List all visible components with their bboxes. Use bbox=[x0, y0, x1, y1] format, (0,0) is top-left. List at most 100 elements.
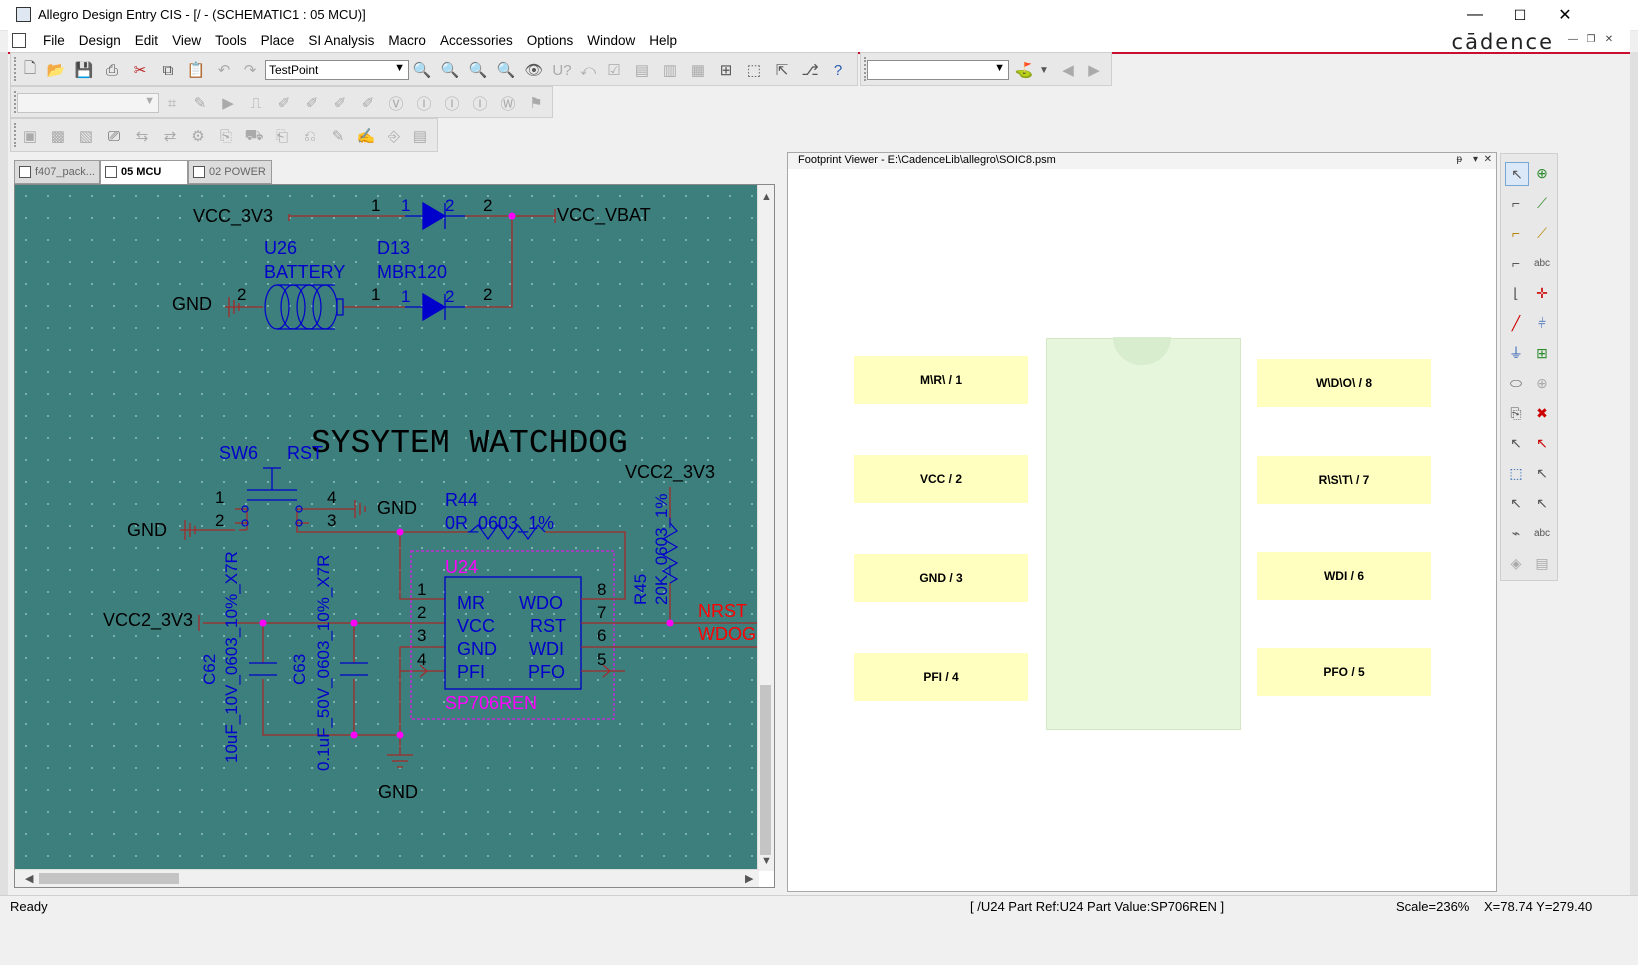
hscroll-thumb[interactable] bbox=[39, 873, 179, 884]
place-bus-net-icon[interactable]: ⫩ bbox=[1531, 312, 1553, 334]
hierarchy-icon[interactable]: ⎇ bbox=[799, 59, 821, 81]
place-bus-entry-icon[interactable]: ⟋ bbox=[1531, 222, 1553, 244]
redo-icon[interactable]: ↷ bbox=[239, 59, 261, 81]
current-probe-icon[interactable]: ✐ bbox=[329, 92, 351, 114]
cap-tool-4-icon[interactable]: ⎚ bbox=[103, 125, 125, 147]
w-marker-icon[interactable]: Ⓦ bbox=[497, 92, 519, 114]
place-off-page-icon[interactable]: ⎘ bbox=[1505, 402, 1527, 424]
place-part-icon[interactable]: ⊕ bbox=[1531, 162, 1553, 184]
select-arrow-icon[interactable]: ↖ bbox=[1505, 162, 1529, 186]
snap-grid-icon[interactable]: ⊞ bbox=[715, 59, 737, 81]
place-ellipse-icon[interactable]: ↖ bbox=[1531, 462, 1553, 484]
part-combo[interactable]: TestPoint ▼ bbox=[265, 60, 409, 80]
drc-icon[interactable]: ☑ bbox=[603, 59, 625, 81]
prev-icon[interactable]: ◀ bbox=[1057, 59, 1079, 81]
place-drc-marker-icon[interactable]: ◈ bbox=[1505, 552, 1527, 574]
zoom-all-icon[interactable]: 🔍 bbox=[495, 59, 517, 81]
new-file-icon[interactable]: 🗋 bbox=[19, 59, 41, 81]
vscroll-thumb[interactable] bbox=[760, 685, 771, 855]
area-select-icon[interactable]: ⬚ bbox=[743, 59, 765, 81]
cap-tool-3-icon[interactable]: ▧ bbox=[75, 125, 97, 147]
menu-tools[interactable]: Tools bbox=[208, 33, 254, 48]
place-line-icon[interactable]: ╱ bbox=[1505, 312, 1527, 334]
close-button[interactable]: ✕ bbox=[1542, 0, 1588, 30]
place-ieee-icon[interactable]: abc bbox=[1531, 522, 1553, 544]
annotate-icon[interactable]: U? bbox=[551, 59, 573, 81]
menu-place[interactable]: Place bbox=[254, 33, 302, 48]
paste-icon[interactable]: 📋 bbox=[185, 59, 207, 81]
back-annotate-icon[interactable]: ⤺ bbox=[577, 59, 599, 81]
cap-tool-12-icon[interactable]: ✎ bbox=[327, 125, 349, 147]
find-binoculars-icon[interactable]: ⛳ bbox=[1013, 59, 1035, 81]
bom-icon[interactable]: ▦ bbox=[687, 59, 709, 81]
menu-view[interactable]: View bbox=[165, 33, 208, 48]
profile-combo[interactable]: ▼ bbox=[17, 93, 159, 113]
place-bus-icon[interactable]: ⌐ bbox=[1505, 222, 1527, 244]
mdi-close-icon[interactable]: ✕ bbox=[1602, 34, 1616, 48]
menu-window[interactable]: Window bbox=[580, 33, 642, 48]
mdi-minimize-icon[interactable]: — bbox=[1566, 34, 1580, 48]
tab-05-mcu[interactable]: 05 MCU bbox=[100, 160, 188, 184]
cap-tool-6-icon[interactable]: ⇄ bbox=[159, 125, 181, 147]
v-marker-icon[interactable]: Ⓥ bbox=[385, 92, 407, 114]
visibility-eye-icon[interactable]: 👁 bbox=[523, 59, 545, 81]
cap-tool-1-icon[interactable]: ▣ bbox=[19, 125, 41, 147]
scroll-left-icon[interactable]: ◀ bbox=[25, 872, 33, 885]
mdi-restore-icon[interactable]: ❐ bbox=[1584, 34, 1598, 48]
cap-tool-13-icon[interactable]: ✍ bbox=[355, 125, 377, 147]
place-image-icon[interactable]: ⌁ bbox=[1505, 522, 1527, 544]
panel-menu-icon[interactable]: ▾ bbox=[1473, 154, 1478, 165]
cap-tool-7-icon[interactable]: ⚙ bbox=[187, 125, 209, 147]
place-no-connect-icon[interactable]: ✛ bbox=[1531, 282, 1553, 304]
flag-icon[interactable]: ⚑ bbox=[525, 92, 547, 114]
crossref-icon[interactable]: ▥ bbox=[659, 59, 681, 81]
i-marker-icon[interactable]: Ⓘ bbox=[413, 92, 435, 114]
cap-tool-15-icon[interactable]: ▤ bbox=[409, 125, 431, 147]
cap-tool-9-icon[interactable]: ⛟ bbox=[243, 125, 265, 147]
maximize-button[interactable]: ☐ bbox=[1497, 0, 1543, 30]
footprint-canvas[interactable]: M\R\ / 1 VCC / 2 GND / 3 PFI / 4 W\D\O\ … bbox=[788, 170, 1496, 891]
place-hier-block-icon[interactable]: ⊞ bbox=[1531, 342, 1553, 364]
cap-tool-5-icon[interactable]: ⇆ bbox=[131, 125, 153, 147]
place-bezier-icon[interactable]: ↖ bbox=[1531, 492, 1553, 514]
open-folder-icon[interactable]: 📂 bbox=[45, 59, 67, 81]
sim-settings-icon[interactable]: ⌗ bbox=[161, 92, 183, 114]
place-arc-icon[interactable]: ↖ bbox=[1505, 492, 1527, 514]
edit-sim-icon[interactable]: ✎ bbox=[189, 92, 211, 114]
place-power-icon[interactable]: ⌊ bbox=[1505, 282, 1527, 304]
cut-icon[interactable]: ✂ bbox=[129, 59, 151, 81]
schematic-vscroll[interactable]: ▲ ▼ bbox=[757, 185, 774, 871]
undo-icon[interactable]: ↶ bbox=[213, 59, 235, 81]
place-rect-icon[interactable]: ↖ bbox=[1531, 432, 1553, 454]
tab-f407-pack[interactable]: f407_pack... bbox=[14, 160, 100, 184]
schematic-hscroll[interactable]: ◀ ▶ bbox=[15, 869, 759, 887]
place-polyline-icon[interactable]: ⬚ bbox=[1505, 462, 1527, 484]
delete-icon[interactable]: ✖ bbox=[1531, 402, 1553, 424]
cap-tool-8-icon[interactable]: ⎘ bbox=[215, 125, 237, 147]
zoom-out-icon[interactable]: 🔍 bbox=[439, 59, 461, 81]
voltage-probe-icon[interactable]: ✐ bbox=[301, 92, 323, 114]
power-probe-icon[interactable]: ✐ bbox=[357, 92, 379, 114]
zoom-area-icon[interactable]: 🔍 bbox=[467, 59, 489, 81]
copy-icon[interactable]: ⧉ bbox=[157, 59, 179, 81]
probe-icon[interactable]: ✐ bbox=[273, 92, 295, 114]
cap-tool-10-icon[interactable]: ⎗ bbox=[271, 125, 293, 147]
scroll-up-icon[interactable]: ▲ bbox=[761, 191, 772, 203]
next-icon[interactable]: ▶ bbox=[1083, 59, 1105, 81]
search-combo[interactable]: ▼ bbox=[867, 60, 1009, 80]
menu-help[interactable]: Help bbox=[642, 33, 684, 48]
scroll-down-icon[interactable]: ▼ bbox=[761, 855, 772, 867]
place-net-alias-icon[interactable]: abc bbox=[1531, 252, 1553, 274]
tab-02-power[interactable]: 02 POWER bbox=[188, 160, 272, 184]
place-net-icon[interactable]: ⟋ bbox=[1531, 192, 1553, 214]
netlist-icon[interactable]: ▤ bbox=[631, 59, 653, 81]
pin-icon[interactable]: ᵽ bbox=[1456, 154, 1462, 165]
place-wire-icon[interactable]: ⌐ bbox=[1505, 192, 1527, 214]
menu-si-analysis[interactable]: SI Analysis bbox=[301, 33, 381, 48]
place-text-icon[interactable]: ↖ bbox=[1505, 432, 1527, 454]
drag-icon[interactable]: ⇱ bbox=[771, 59, 793, 81]
schematic-canvas[interactable]: VCC_3V3 VCC_VBAT 1 1 2 2 U26 BATTERY D13… bbox=[15, 185, 759, 871]
menu-options[interactable]: Options bbox=[520, 33, 581, 48]
place-ground-icon[interactable]: ⏚ bbox=[1505, 342, 1527, 364]
document-icon[interactable] bbox=[12, 33, 26, 48]
